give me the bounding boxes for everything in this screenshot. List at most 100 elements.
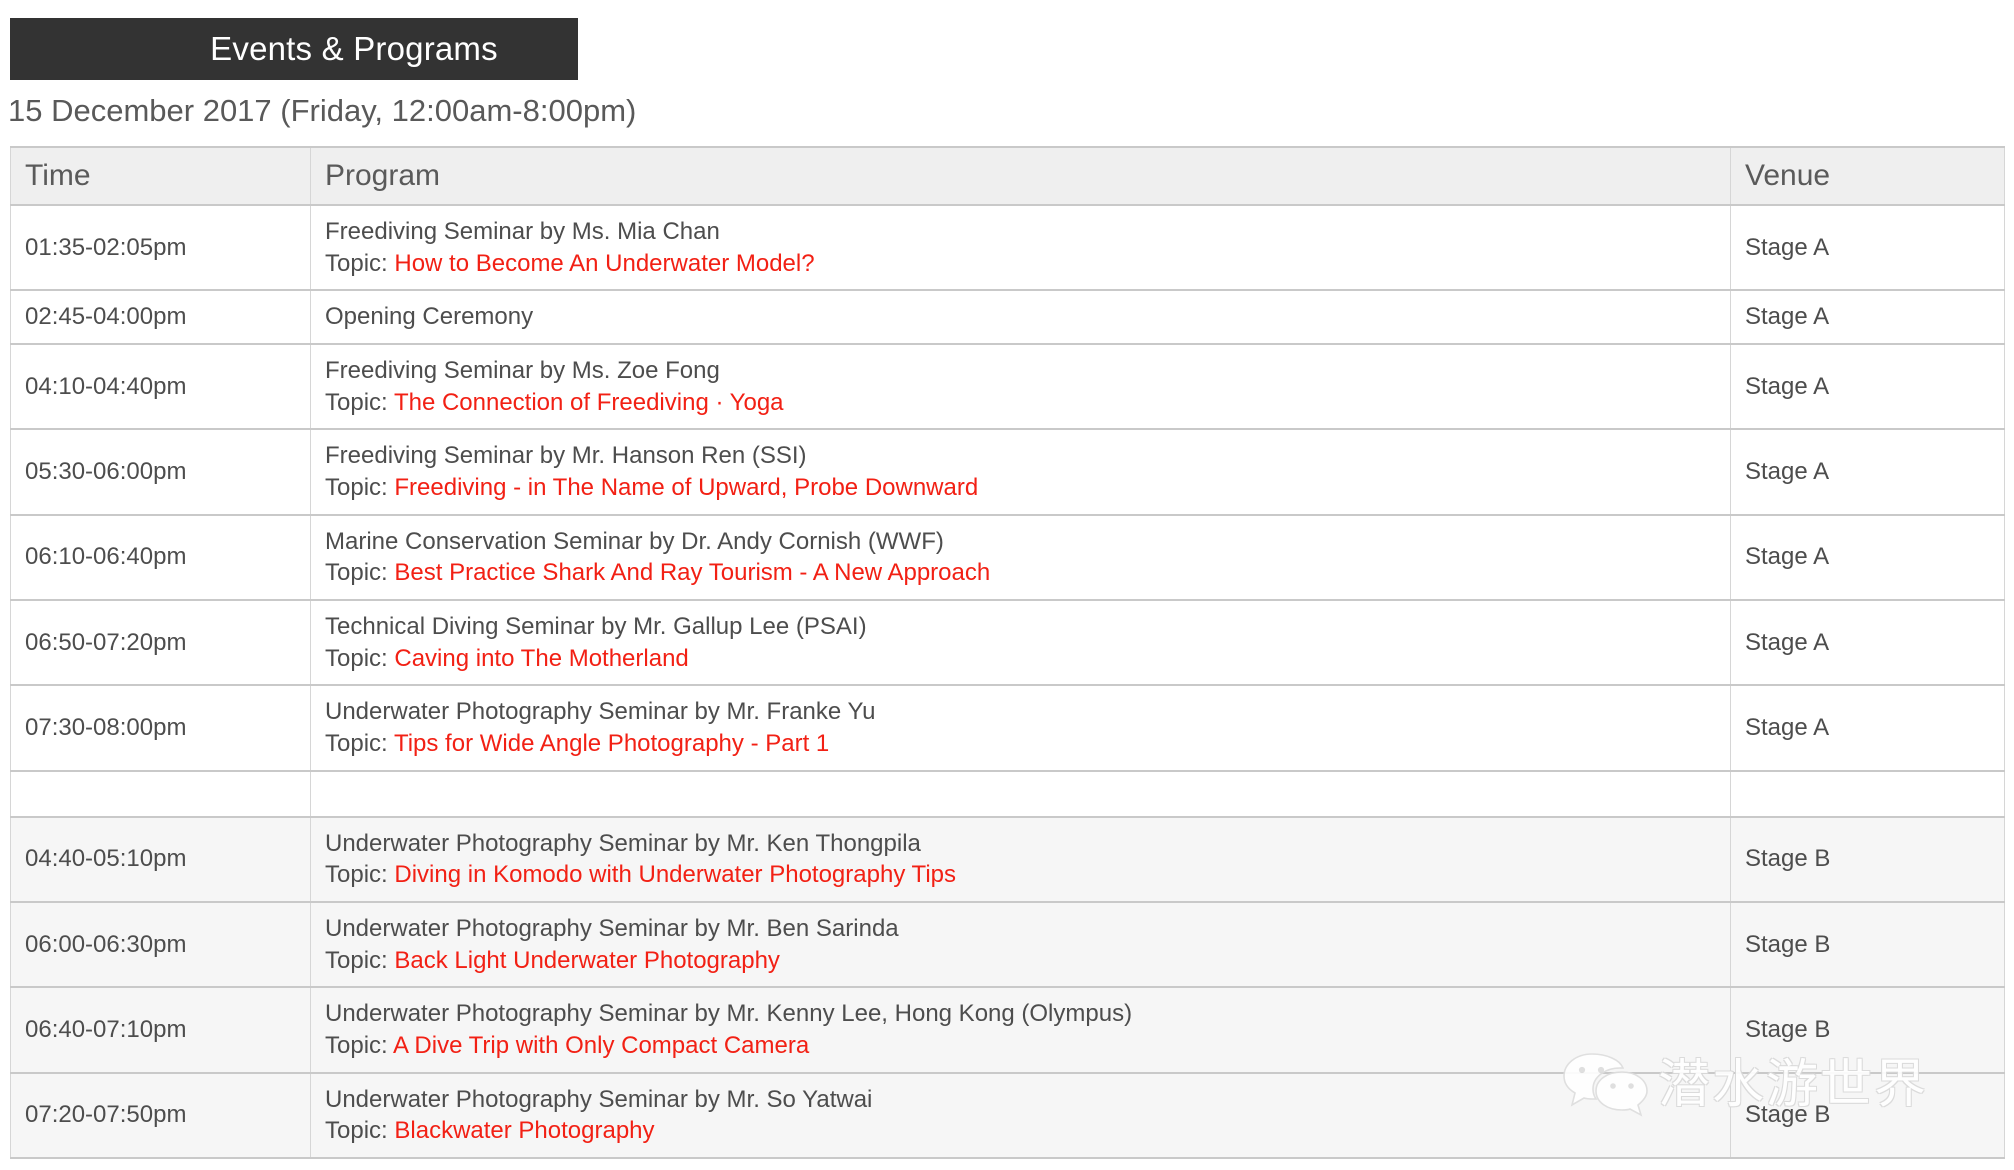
column-header-program: Program bbox=[310, 146, 1731, 206]
cell-program bbox=[310, 769, 1731, 818]
cell-time: 02:45-04:00pm bbox=[10, 289, 311, 346]
topic-text: Best Practice Shark And Ray Tourism - A … bbox=[394, 559, 991, 587]
table-row: 06:40-07:10pm Underwater Photography Semi… bbox=[10, 986, 2005, 1074]
cell-venue bbox=[1730, 769, 2005, 818]
topic-text: How to Become An Underwater Model? bbox=[394, 249, 815, 277]
cell-venue: Stage B bbox=[1730, 986, 2005, 1074]
topic-label: Topic: bbox=[325, 644, 388, 672]
cell-program: Underwater Photography Seminar by Mr. Fr… bbox=[310, 684, 1731, 772]
column-header-venue: Venue bbox=[1730, 146, 2005, 206]
topic-text: Freediving - in The Name of Upward, Prob… bbox=[394, 474, 979, 502]
header-row: Time Program Venue bbox=[10, 146, 2005, 206]
program-topic-line: Topic: Diving in Komodo with Underwater … bbox=[325, 859, 1730, 891]
cell-program: Underwater Photography Seminar by Mr. Be… bbox=[310, 901, 1731, 989]
table-body: 01:35-02:05pm Freediving Seminar by Ms. M… bbox=[10, 203, 2005, 1160]
schedule-table: Time Program Venue 01:35-02:05pm Freedivi… bbox=[10, 146, 2005, 1160]
table-row: 06:00-06:30pm Underwater Photography Semi… bbox=[10, 901, 2005, 989]
cell-venue: Stage A bbox=[1730, 684, 2005, 772]
topic-text: Blackwater Photography bbox=[394, 1117, 655, 1145]
topic-text: Diving in Komodo with Underwater Photogr… bbox=[394, 861, 956, 889]
program-title: Underwater Photography Seminar by Mr. Ke… bbox=[325, 829, 921, 857]
program-title: Underwater Photography Seminar by Mr. Be… bbox=[325, 915, 899, 943]
program-topic-line: Topic: Blackwater Photography bbox=[325, 1115, 1730, 1147]
cell-program: Underwater Photography Seminar by Mr. Ke… bbox=[310, 815, 1731, 904]
table-row: 07:20-07:50pm Underwater Photography Semi… bbox=[10, 1071, 2005, 1160]
program-topic-line: Topic: Tips for Wide Angle Photography -… bbox=[325, 728, 1730, 760]
cell-venue: Stage A bbox=[1730, 513, 2005, 602]
table-header: Time Program Venue bbox=[10, 146, 2005, 206]
table-row: 04:10-04:40pm Freediving Seminar by Ms. Z… bbox=[10, 343, 2005, 431]
program-title: Freediving Seminar by Ms. Zoe Fong bbox=[325, 357, 720, 385]
cell-time: 01:35-02:05pm bbox=[10, 203, 311, 292]
program-title: Marine Conservation Seminar by Dr. Andy … bbox=[325, 527, 944, 555]
page-title: Events & Programs bbox=[210, 30, 498, 67]
program-topic-line: Topic: Caving into The Motherland bbox=[325, 643, 1730, 675]
cell-program: Opening Ceremony bbox=[310, 289, 1731, 346]
cell-venue: Stage A bbox=[1730, 428, 2005, 516]
cell-program: Freediving Seminar by Ms. Mia Chan Topic:… bbox=[310, 203, 1731, 292]
cell-time: 07:20-07:50pm bbox=[10, 1071, 311, 1160]
cell-venue: Stage B bbox=[1730, 815, 2005, 904]
topic-text: Caving into The Motherland bbox=[394, 644, 689, 672]
topic-text: Back Light Underwater Photography bbox=[394, 946, 780, 974]
cell-program: Underwater Photography Seminar by Mr. So… bbox=[310, 1071, 1731, 1160]
cell-time: 05:30-06:00pm bbox=[10, 428, 311, 516]
cell-time: 04:10-04:40pm bbox=[10, 343, 311, 431]
cell-time: 04:40-05:10pm bbox=[10, 815, 311, 904]
cell-program: Underwater Photography Seminar by Mr. Ke… bbox=[310, 986, 1731, 1074]
table-spacer-row bbox=[10, 769, 2005, 818]
cell-program: Marine Conservation Seminar by Dr. Andy … bbox=[310, 513, 1731, 602]
table-row: 02:45-04:00pm Opening Ceremony Stage A bbox=[10, 289, 2005, 346]
cell-program: Freediving Seminar by Ms. Zoe Fong Topic:… bbox=[310, 343, 1731, 431]
topic-label: Topic: bbox=[325, 559, 388, 587]
program-title: Technical Diving Seminar by Mr. Gallup L… bbox=[325, 613, 867, 641]
program-title: Freediving Seminar by Mr. Hanson Ren (SS… bbox=[325, 442, 807, 470]
topic-text: A Dive Trip with Only Compact Camera bbox=[393, 1032, 810, 1060]
schedule-page: Events & Programs 15 December 2017 (Frid… bbox=[0, 0, 2014, 1170]
column-header-time: Time bbox=[10, 146, 311, 206]
page-banner: Events & Programs bbox=[10, 18, 578, 80]
cell-venue: Stage A bbox=[1730, 289, 2005, 346]
program-topic-line: Topic: How to Become An Underwater Model… bbox=[325, 248, 1730, 280]
cell-venue: Stage A bbox=[1730, 343, 2005, 431]
topic-label: Topic: bbox=[325, 946, 388, 974]
cell-time: 06:40-07:10pm bbox=[10, 986, 311, 1074]
program-title: Underwater Photography Seminar by Mr. Fr… bbox=[325, 698, 876, 726]
cell-program: Technical Diving Seminar by Mr. Gallup L… bbox=[310, 599, 1731, 687]
program-title: Freediving Seminar by Ms. Mia Chan bbox=[325, 218, 720, 245]
cell-venue: Stage B bbox=[1730, 901, 2005, 989]
topic-label: Topic: bbox=[325, 1117, 388, 1145]
cell-program: Freediving Seminar by Mr. Hanson Ren (SS… bbox=[310, 428, 1731, 516]
topic-label: Topic: bbox=[325, 861, 388, 889]
cell-venue: Stage A bbox=[1730, 203, 2005, 292]
program-topic-line: Topic: Back Light Underwater Photography bbox=[325, 945, 1730, 977]
cell-venue: Stage A bbox=[1730, 599, 2005, 687]
topic-label: Topic: bbox=[325, 249, 388, 277]
table-row: 06:50-07:20pm Technical Diving Seminar by… bbox=[10, 599, 2005, 687]
date-subtitle: 15 December 2017 (Friday, 12:00am-8:00pm… bbox=[8, 93, 637, 128]
table-row: 06:10-06:40pm Marine Conservation Seminar… bbox=[10, 513, 2005, 602]
topic-text: The Connection of Freediving · Yoga bbox=[393, 388, 784, 416]
topic-label: Topic: bbox=[325, 388, 388, 416]
cell-venue: Stage B bbox=[1730, 1071, 2005, 1160]
cell-time: 06:10-06:40pm bbox=[10, 513, 311, 602]
program-topic-line: Topic: The Connection of Freediving · Yo… bbox=[325, 387, 1730, 419]
topic-label: Topic: bbox=[325, 730, 388, 758]
table-row: 04:40-05:10pm Underwater Photography Semi… bbox=[10, 815, 2005, 904]
cell-time: 07:30-08:00pm bbox=[10, 684, 311, 772]
topic-label: Topic: bbox=[325, 1032, 388, 1060]
program-topic-line: Topic: A Dive Trip with Only Compact Cam… bbox=[325, 1030, 1730, 1062]
cell-time bbox=[10, 769, 311, 818]
cell-time: 06:00-06:30pm bbox=[10, 901, 311, 989]
cell-time: 06:50-07:20pm bbox=[10, 599, 311, 687]
table-row: 07:30-08:00pm Underwater Photography Semi… bbox=[10, 684, 2005, 772]
program-topic-line: Topic: Freediving - in The Name of Upwar… bbox=[325, 472, 1730, 504]
table-row: 05:30-06:00pm Freediving Seminar by Mr. H… bbox=[10, 428, 2005, 516]
program-topic-line: Topic: Best Practice Shark And Ray Touri… bbox=[325, 557, 1730, 589]
topic-text: Tips for Wide Angle Photography - Part 1 bbox=[393, 730, 830, 758]
program-title: Underwater Photography Seminar by Mr. So… bbox=[325, 1085, 873, 1113]
topic-label: Topic: bbox=[325, 474, 388, 502]
program-title: Underwater Photography Seminar by Mr. Ke… bbox=[325, 1000, 1133, 1028]
table-row: 01:35-02:05pm Freediving Seminar by Ms. M… bbox=[10, 203, 2005, 292]
program-title: Opening Ceremony bbox=[325, 303, 534, 331]
